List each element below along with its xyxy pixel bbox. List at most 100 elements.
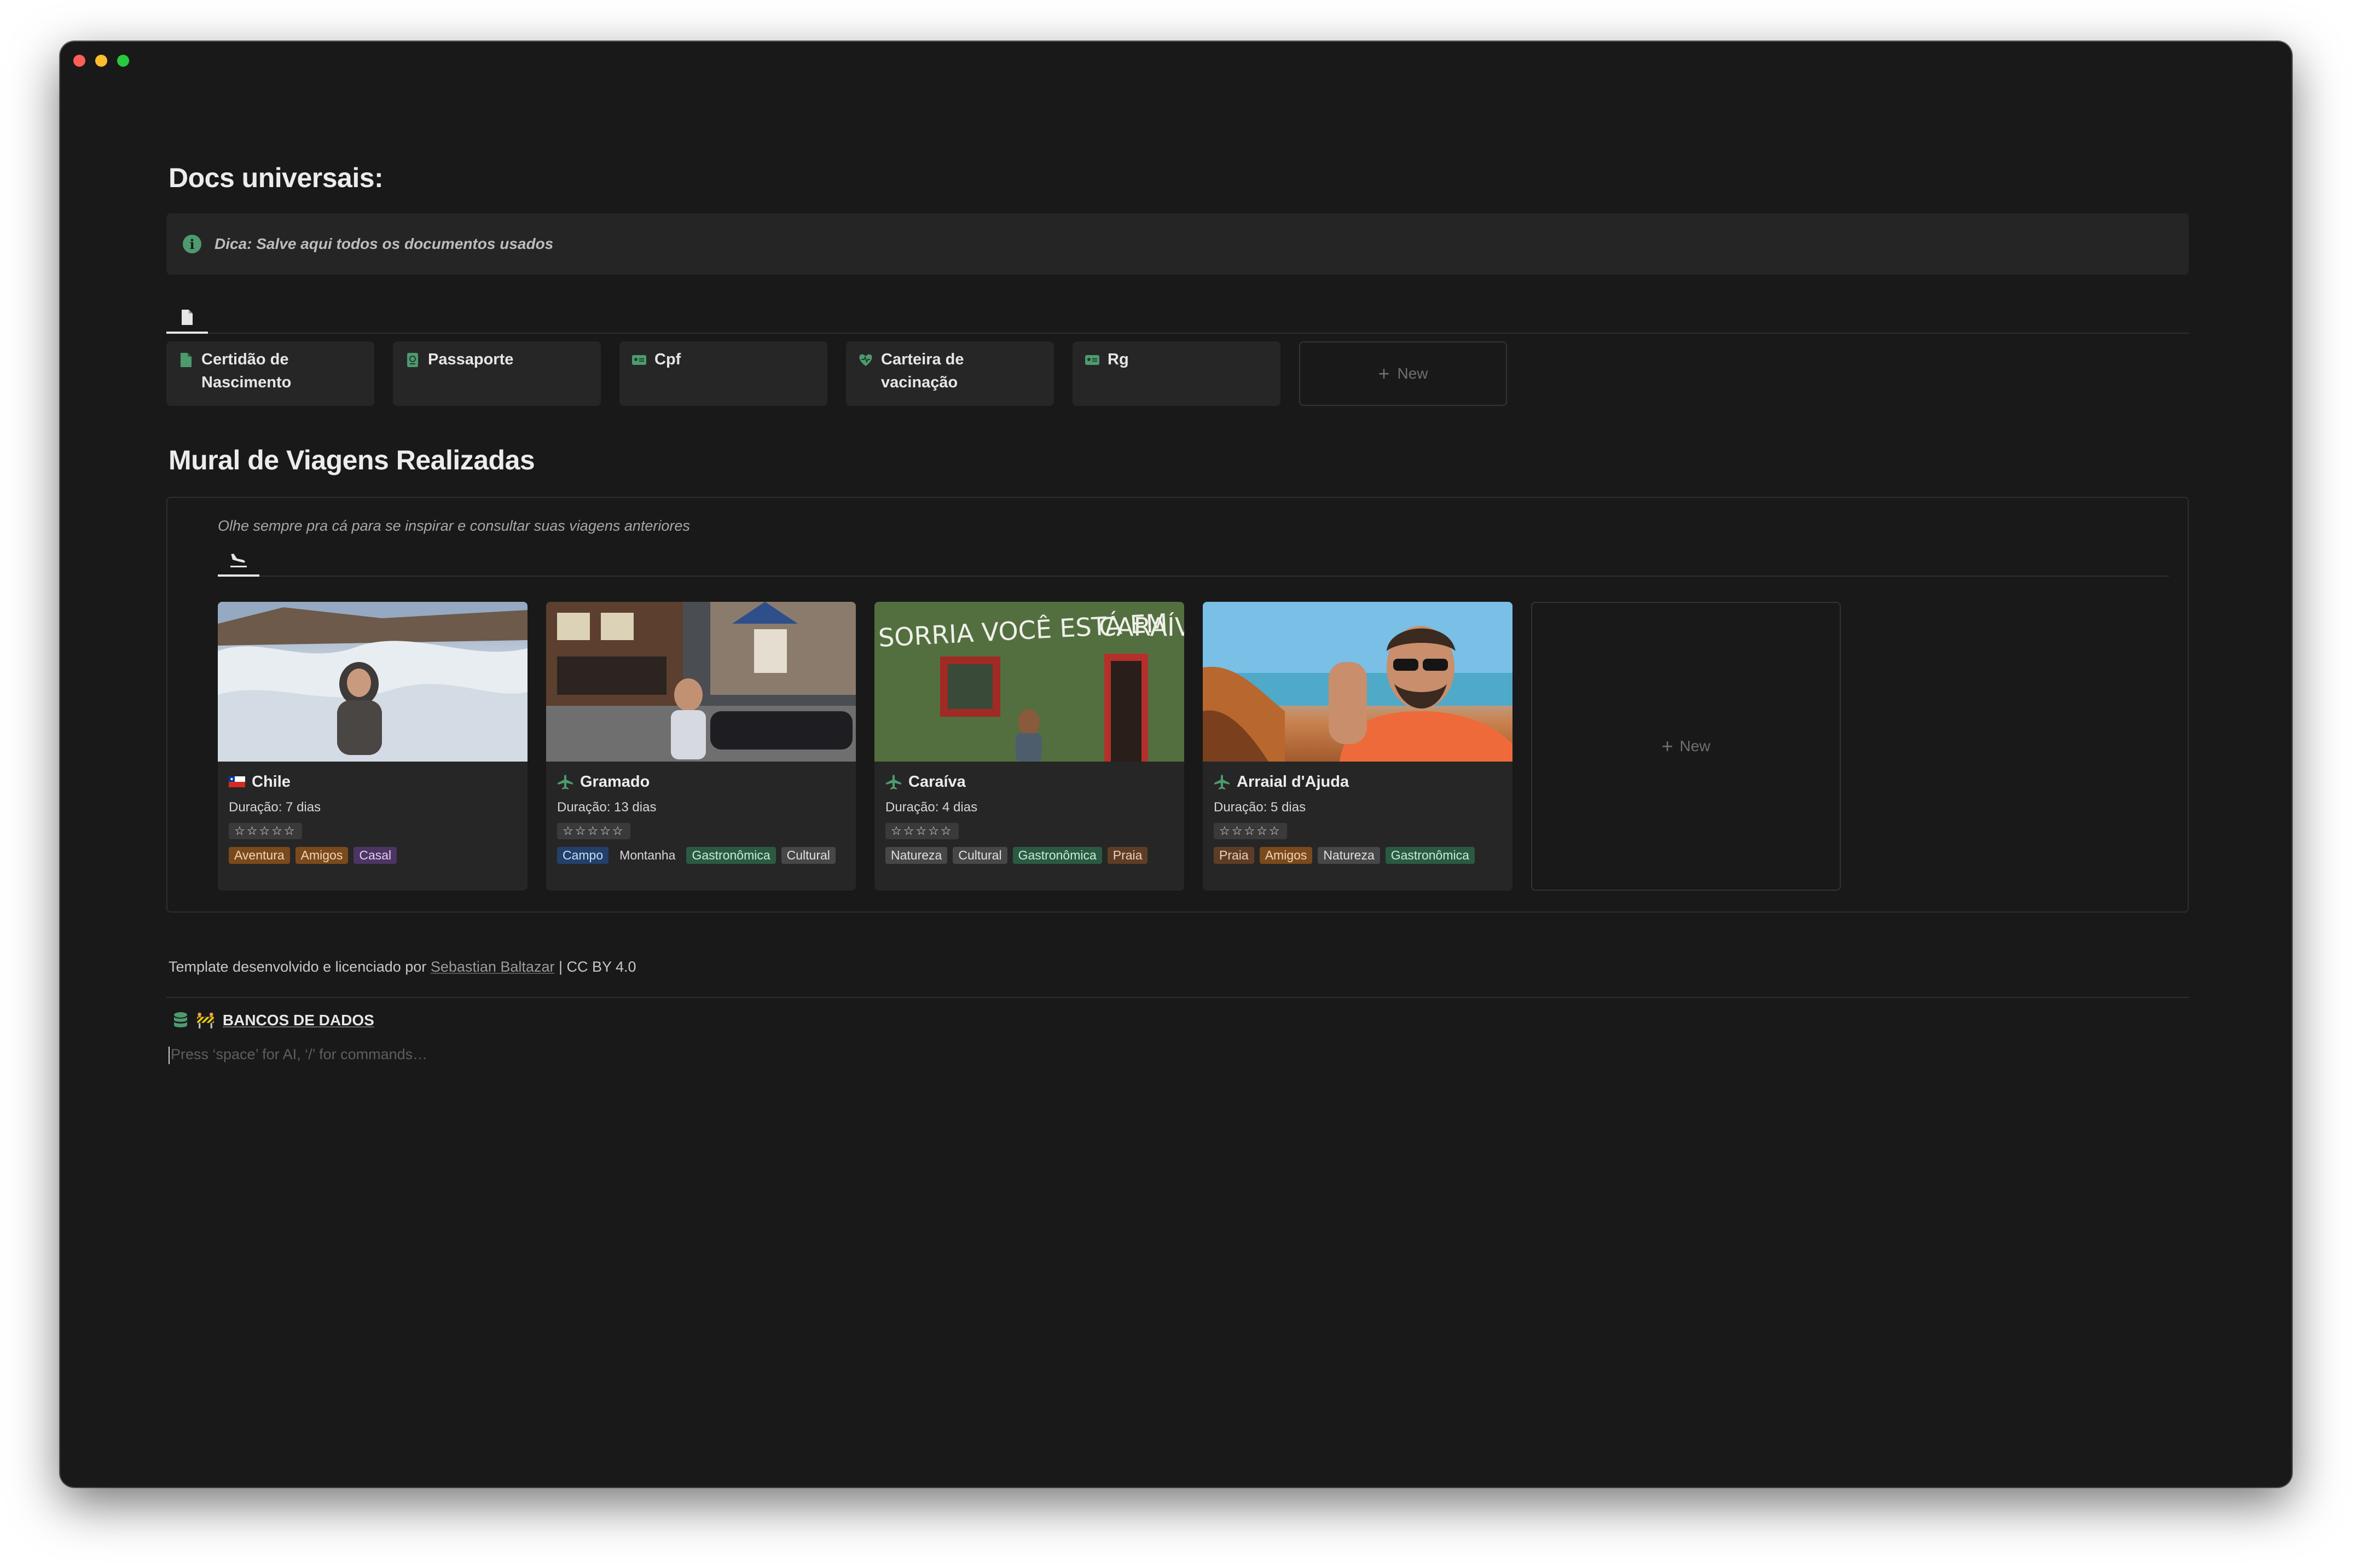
mural-view-tabs [218, 545, 2169, 577]
new-doc-button[interactable]: + New [1299, 341, 1507, 406]
tag: Casal [353, 847, 397, 864]
airplane-landing-icon [230, 554, 247, 567]
new-trip-label: New [1679, 737, 1711, 754]
trip-cover-photo [546, 602, 856, 762]
airplane-icon [886, 775, 901, 789]
callout-text: Dica: Salve aqui todos os documentos usa… [215, 235, 554, 252]
trip-cover-photo [1203, 602, 1512, 762]
close-window-button[interactable] [73, 55, 85, 67]
trip-cover-photo [218, 602, 528, 762]
mural-description: Olhe sempre pra cá para se inspirar e co… [218, 518, 690, 534]
text-caret [169, 1046, 170, 1064]
databases-link[interactable]: 🚧 BANCOS DE DADOS [173, 1011, 374, 1029]
license-text: | CC BY 4.0 [558, 959, 636, 975]
trips-gallery: Chile Duração: 7 dias ☆☆☆☆☆ Aventura Ami… [218, 602, 1841, 891]
doc-card-label: Certidão de Nascimento [201, 351, 292, 391]
minimize-window-button[interactable] [95, 55, 107, 67]
heart-icon [858, 352, 873, 368]
trip-duration: Duração: 13 dias [557, 800, 657, 815]
passport-icon [405, 352, 420, 368]
trip-name: Gramado [580, 773, 650, 791]
tag: Amigos [295, 847, 349, 864]
maximize-window-button[interactable] [117, 55, 129, 67]
trip-title: Arraial d'Ajuda [1214, 771, 1502, 792]
doc-card-rg[interactable]: Rg [1073, 341, 1280, 406]
trip-tags: Natureza Cultural Gastronômica Praia [885, 847, 1184, 864]
tag: Natureza [1318, 847, 1380, 864]
databases-label: BANCOS DE DADOS [222, 1011, 374, 1029]
trip-card-arraial[interactable]: Arraial d'Ajuda Duração: 5 dias ☆☆☆☆☆ Pr… [1203, 602, 1512, 891]
trip-rating: ☆☆☆☆☆ [557, 823, 630, 839]
document-icon [178, 352, 194, 368]
trip-name: Arraial d'Ajuda [1237, 773, 1349, 791]
tag: Amigos [1259, 847, 1313, 864]
id-card-icon [1085, 352, 1100, 368]
doc-card-label: Cpf [654, 351, 681, 368]
app-window: Docs universais: i Dica: Salve aqui todo… [60, 42, 2292, 1487]
divider [166, 997, 2189, 998]
trip-duration: Duração: 7 dias [229, 800, 321, 815]
tag: Cultural [953, 847, 1007, 864]
trip-title: Chile [229, 771, 517, 792]
tab-gallery-docs[interactable] [166, 303, 208, 334]
window-controls [73, 55, 129, 67]
footer-credit: Template desenvolvido e licenciado por S… [169, 959, 636, 975]
id-card-icon [631, 352, 647, 368]
docs-heading: Docs universais: [169, 162, 384, 193]
editor-placeholder: Press ‘space’ for AI, ‘/’ for commands… [171, 1046, 428, 1062]
doc-card-certidao[interactable]: Certidão de Nascimento [166, 341, 374, 406]
tag: Praia [1214, 847, 1254, 864]
trip-title: Caraíva [885, 771, 1173, 792]
database-icon [174, 1012, 187, 1027]
plus-icon: + [1378, 362, 1390, 385]
doc-card-label: Passaporte [428, 351, 514, 368]
trip-rating: ☆☆☆☆☆ [885, 823, 959, 839]
author-link[interactable]: Sebastian Baltazar [431, 959, 555, 975]
tag: Gastronômica [1012, 847, 1102, 864]
tag: Campo [557, 847, 609, 864]
trip-tags: Campo Montanha Gastronômica Cultural [557, 847, 856, 864]
trip-name: Chile [252, 773, 291, 791]
airplane-icon [1214, 775, 1230, 789]
trip-cover-photo: SORRIA VOCÊ ESTÁ EM CARAÍVA [874, 602, 1184, 762]
tag: Gastronômica [1385, 847, 1475, 864]
chile-flag-icon [229, 776, 245, 787]
trip-card-caraiva[interactable]: SORRIA VOCÊ ESTÁ EM CARAÍVA [874, 602, 1184, 891]
info-icon: i [183, 235, 201, 253]
tip-callout: i Dica: Salve aqui todos os documentos u… [166, 213, 2189, 275]
new-trip-button[interactable]: + New [1531, 602, 1841, 891]
tag: Cultural [781, 847, 836, 864]
mural-database: Olhe sempre pra cá para se inspirar e co… [166, 497, 2189, 913]
trip-card-chile[interactable]: Chile Duração: 7 dias ☆☆☆☆☆ Aventura Ami… [218, 602, 528, 891]
trip-duration: Duração: 5 dias [1214, 800, 1306, 815]
doc-card-label: Rg [1108, 351, 1129, 368]
tag: Natureza [885, 847, 948, 864]
doc-card-label: Carteira de vacinação [881, 351, 964, 391]
editor-input[interactable]: Press ‘space’ for AI, ‘/’ for commands… [169, 1046, 427, 1064]
airplane-icon [558, 775, 573, 789]
trip-name: Caraíva [908, 773, 966, 791]
docs-view-tabs [166, 302, 2189, 334]
trip-tags: Aventura Amigos Casal [229, 847, 528, 864]
plus-icon: + [1661, 735, 1673, 757]
tag: Montanha [619, 848, 676, 862]
footer-text: Template desenvolvido e licenciado por [169, 959, 427, 975]
tag: Gastronômica [686, 847, 776, 864]
trip-title: Gramado [557, 771, 845, 792]
tag: Praia [1107, 847, 1148, 864]
doc-card-cpf[interactable]: Cpf [619, 341, 827, 406]
trip-rating: ☆☆☆☆☆ [229, 823, 302, 839]
tag: Aventura [229, 847, 290, 864]
doc-card-passaporte[interactable]: Passaporte [393, 341, 601, 406]
tab-gallery-trips[interactable] [218, 546, 259, 577]
trip-tags: Praia Amigos Natureza Gastronômica [1214, 847, 1512, 864]
mural-heading: Mural de Viagens Realizadas [169, 445, 535, 475]
construction-emoji-icon: 🚧 [196, 1012, 215, 1029]
doc-card-vacinacao[interactable]: Carteira de vacinação [846, 341, 1054, 406]
trip-rating: ☆☆☆☆☆ [1214, 823, 1287, 839]
docs-gallery: Certidão de Nascimento Passaporte Cpf Ca… [166, 341, 1507, 406]
trip-duration: Duração: 4 dias [885, 800, 978, 815]
document-icon [182, 310, 193, 325]
svg-text:CARAÍVA: CARAÍVA [1099, 612, 1184, 642]
trip-card-gramado[interactable]: Gramado Duração: 13 dias ☆☆☆☆☆ Campo Mon… [546, 602, 856, 891]
